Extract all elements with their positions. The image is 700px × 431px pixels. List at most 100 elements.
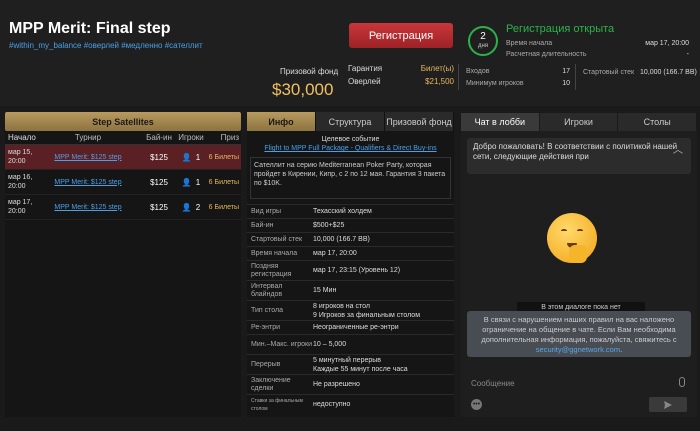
column-header[interactable]: Турнир bbox=[33, 133, 143, 142]
guarantee-label: Гарантия bbox=[348, 64, 383, 73]
step-satellites-header: Step Satellites bbox=[5, 112, 241, 131]
timer-unit: дня bbox=[477, 43, 489, 49]
emoji-hands bbox=[569, 245, 587, 263]
emoji-picker-icon[interactable]: ••• bbox=[471, 399, 482, 410]
satellites-panel: Step Satellites Начало Турнир Бай-ин Игр… bbox=[5, 112, 241, 417]
start-value: мар 17, 20:00 bbox=[645, 40, 689, 47]
target-event-label: Целевое событие bbox=[321, 136, 380, 143]
target-event-link[interactable]: Flight to MPP Full Package - Qualifiers … bbox=[247, 145, 454, 152]
detail-value: 8 игроков на стол 9 Игроков за финальным… bbox=[313, 302, 421, 319]
detail-value: 10,000 (166.7 BB) bbox=[313, 236, 370, 243]
message-input[interactable]: Сообщение bbox=[471, 379, 515, 388]
details-table: Вид игры Техасский холдем Бай-ин $500+$25 Ст… bbox=[247, 204, 454, 414]
divider bbox=[575, 64, 576, 90]
min-players-label: Минимум игроков bbox=[466, 80, 524, 87]
description: Сателлит на серию Mediterranean Poker Pa… bbox=[250, 157, 451, 199]
entries-label: Входов bbox=[466, 68, 490, 75]
stack-label: Стартовый стек bbox=[583, 69, 635, 76]
min-players-value: 10 bbox=[562, 80, 570, 87]
page-title: MPP Merit: Final step bbox=[9, 20, 171, 37]
notice-email-link[interactable]: security@ggnetwork.com bbox=[536, 345, 620, 354]
column-header[interactable]: Бай-ин bbox=[143, 133, 175, 142]
row-players: 👤 1 bbox=[175, 153, 207, 162]
row-tournament-link[interactable]: MPP Merit: $125 step bbox=[33, 154, 143, 161]
overlay-value: $21,500 bbox=[425, 77, 454, 86]
tab-lobby-chat[interactable]: Чат в лобби bbox=[461, 113, 540, 131]
start-label: Время начала bbox=[506, 40, 553, 47]
table-row[interactable]: мар 15, 20:00 MPP Merit: $125 step $125 👤… bbox=[5, 145, 241, 170]
stack-value: 10,000 (166.7 BB) bbox=[640, 69, 697, 76]
detail-key: Ставки за финальным столом bbox=[251, 397, 303, 412]
row-players-count: 2 bbox=[195, 202, 201, 212]
row-tournament-link[interactable]: MPP Merit: $125 step bbox=[33, 179, 143, 186]
microphone-icon[interactable] bbox=[679, 377, 685, 387]
row-prize: 6 Билеты bbox=[208, 203, 239, 211]
countdown-timer: 2 дня bbox=[468, 26, 498, 56]
timer-value: 2 bbox=[480, 31, 486, 42]
info-tabs: Инфо Структура Призовой фонд bbox=[247, 112, 454, 131]
detail-value: Техасский холдем bbox=[313, 208, 372, 215]
detail-row: Тип стола 8 игроков на стол 9 Игроков за … bbox=[247, 300, 454, 320]
divider bbox=[458, 64, 459, 90]
row-prize: 6 Билеты bbox=[208, 178, 239, 186]
detail-value: мар 17, 20:00 bbox=[313, 250, 357, 257]
notice-text: В связи с нарушением наших правил на вас… bbox=[481, 315, 677, 344]
tournament-header: MPP Merit: Final step #within_my_balance… bbox=[0, 0, 700, 106]
register-button[interactable]: Регистрация bbox=[349, 23, 453, 48]
tab-players[interactable]: Игроки bbox=[540, 113, 619, 131]
emoji-eye bbox=[577, 229, 583, 232]
starting-stack: Стартовый стек 10,000 (166.7 BB) bbox=[583, 69, 697, 76]
tab-tables[interactable]: Столы bbox=[618, 113, 698, 131]
hashtags[interactable]: #within_my_balance #оверлей #медленно #с… bbox=[9, 41, 203, 50]
detail-row: Ставки за финальным столом недоступно bbox=[247, 394, 454, 414]
row-start: мар 16, 20:00 bbox=[5, 173, 33, 191]
detail-key: Ре-энтри bbox=[251, 323, 281, 331]
detail-value: 5 минутный перерыв Каждые 55 минут после… bbox=[313, 356, 408, 373]
row-players-count: 1 bbox=[195, 152, 201, 162]
send-button[interactable] bbox=[649, 397, 687, 412]
detail-value: $500+$25 bbox=[313, 222, 345, 229]
row-date: мар 15, bbox=[8, 149, 33, 156]
row-date: мар 17, bbox=[8, 199, 33, 206]
table-row[interactable]: мар 17, 20:00 MPP Merit: $125 step $125 👤… bbox=[5, 195, 241, 220]
welcome-message: Добро пожаловать! В соответствии с полит… bbox=[467, 138, 691, 174]
row-buyin: $125 bbox=[150, 152, 168, 162]
column-header[interactable]: Игроки bbox=[175, 133, 207, 142]
detail-key: Заключение сделки bbox=[251, 376, 291, 392]
guarantee-box: Гарантия Билет(ы) Оверлей $21,500 bbox=[348, 64, 454, 90]
detail-row: Время начала мар 17, 20:00 bbox=[247, 246, 454, 260]
detail-row: Мин.–Макс. игроки 10 – 5,000 bbox=[247, 334, 454, 354]
row-tournament-link[interactable]: MPP Merit: $125 step bbox=[33, 204, 143, 211]
tab-structure[interactable]: Структура bbox=[316, 112, 385, 131]
overlay-label: Оверлей bbox=[348, 77, 381, 86]
detail-value: недоступно bbox=[313, 401, 351, 408]
row-prize: 6 Билеты bbox=[208, 153, 239, 161]
entry-stats: Входов 17 Минимум игроков 10 bbox=[466, 68, 570, 92]
detail-value: мар 17, 23:15 (Уровень 12) bbox=[313, 267, 401, 274]
row-players: 👤 2 bbox=[175, 203, 207, 212]
welcome-text: Добро пожаловать! В соответствии с полит… bbox=[473, 142, 678, 161]
chevron-up-icon[interactable]: ︿ bbox=[673, 146, 683, 156]
column-header[interactable]: Начало bbox=[5, 133, 36, 142]
duration-value: - bbox=[686, 51, 689, 58]
detail-key: Перерыв bbox=[251, 360, 281, 368]
chat-tabs: Чат в лобби Игроки Столы bbox=[461, 113, 698, 131]
detail-key: Вид игры bbox=[251, 207, 281, 215]
row-start: мар 17, 20:00 bbox=[5, 198, 33, 216]
person-icon: 👤 bbox=[181, 202, 192, 212]
column-header[interactable]: Приз bbox=[207, 133, 241, 142]
duration-label: Расчетная длительность bbox=[506, 51, 587, 58]
table-header: Начало Турнир Бай-ин Игроки Приз bbox=[5, 131, 241, 145]
row-time: 20:00 bbox=[8, 208, 26, 215]
detail-row: Вид игры Техасский холдем bbox=[247, 204, 454, 218]
emoji-eye bbox=[561, 229, 567, 232]
row-time: 20:00 bbox=[8, 158, 26, 165]
row-players-count: 1 bbox=[195, 177, 201, 187]
detail-key: Интервал блайндов bbox=[251, 282, 283, 298]
tab-info[interactable]: Инфо bbox=[247, 112, 316, 131]
guarantee-value: Билет(ы) bbox=[420, 64, 454, 73]
send-icon bbox=[664, 400, 672, 409]
detail-key: Бай-ин bbox=[251, 221, 274, 229]
table-row[interactable]: мар 16, 20:00 MPP Merit: $125 step $125 👤… bbox=[5, 170, 241, 195]
tab-prize-pool[interactable]: Призовой фонд bbox=[385, 112, 454, 131]
